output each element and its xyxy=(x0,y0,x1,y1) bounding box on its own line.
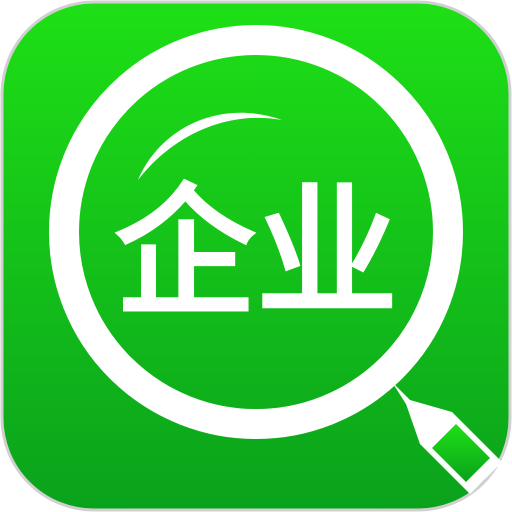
app-icon[interactable]: 企业 xyxy=(0,0,512,512)
icon-label-text: 企业 xyxy=(114,171,398,336)
app-icon-graphic: 企业 xyxy=(0,0,512,512)
